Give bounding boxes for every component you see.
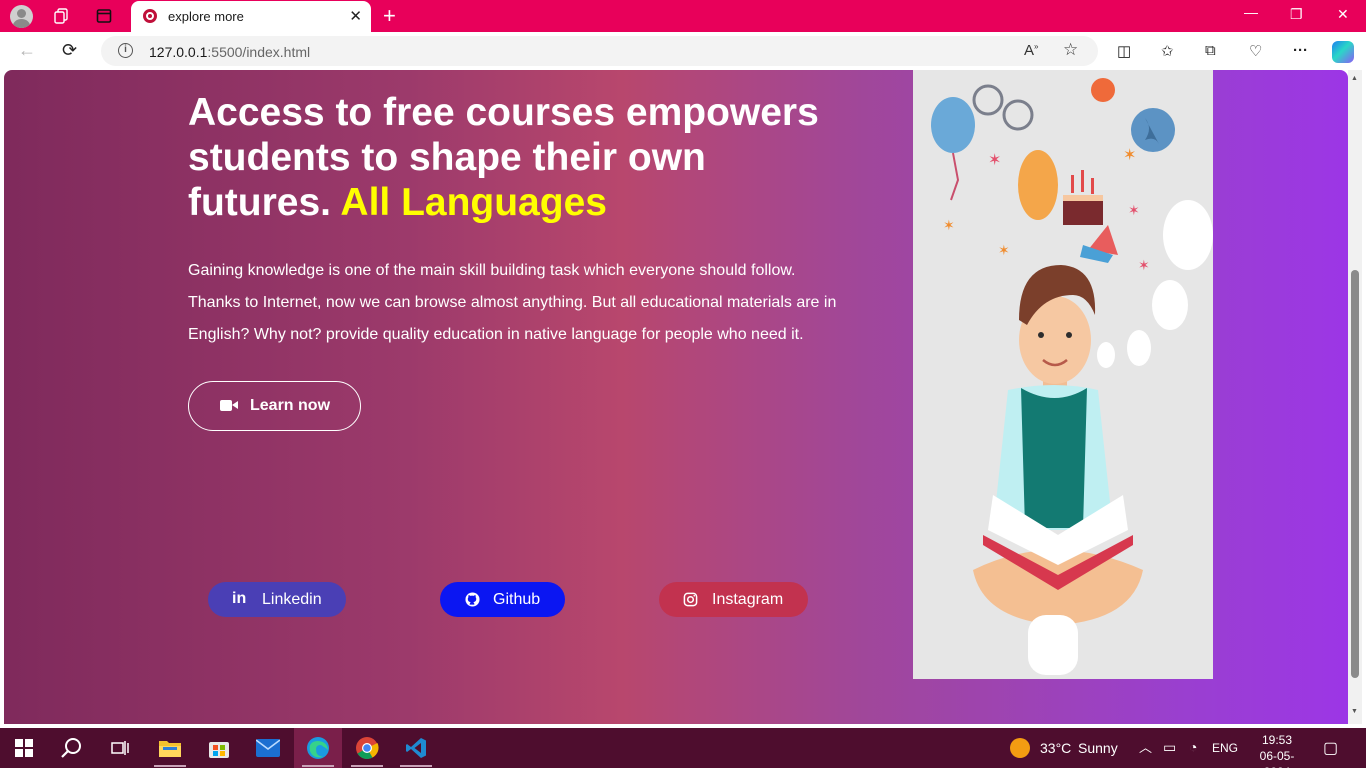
split-screen-icon[interactable]: ◫ (1117, 42, 1131, 60)
url-host: 127.0.0.1 (149, 44, 208, 60)
running-indicator (154, 765, 186, 767)
hero-headline: Access to free courses empowers students… (188, 90, 848, 225)
edge-icon (307, 737, 329, 759)
weather-temperature[interactable]: 33°C (1040, 740, 1071, 756)
vscode-icon (406, 738, 426, 758)
new-tab-icon[interactable]: + (383, 3, 396, 29)
video-camera-icon (220, 400, 238, 411)
running-indicator (302, 765, 334, 767)
svg-text:✶: ✶ (998, 242, 1010, 258)
clock-date: 06-05-2024 (1259, 749, 1295, 779)
linkedin-icon: in (232, 590, 247, 607)
windows-taskbar: 33°C Sunny ︿ ▭ ◔ ENG ▢ (0, 728, 1366, 768)
github-icon (465, 592, 480, 607)
address-bar[interactable]: i 127.0.0.1:5500/index.html A» ☆ (101, 36, 1098, 66)
site-favicon-icon (143, 9, 157, 23)
workspaces-icon[interactable] (53, 8, 69, 24)
svg-text:✶: ✶ (943, 217, 955, 233)
favorite-star-icon[interactable]: ☆ (1063, 40, 1078, 60)
learn-now-button[interactable]: Learn now (188, 381, 361, 431)
headline-accent: All Languages (340, 181, 607, 224)
svg-text:✶: ✶ (1138, 257, 1150, 273)
svg-text:✶: ✶ (1128, 202, 1140, 218)
url-text[interactable]: 127.0.0.1:5500/index.html (149, 44, 310, 60)
file-explorer-button[interactable] (146, 728, 194, 768)
copilot-icon[interactable] (1332, 41, 1354, 63)
store-button[interactable] (195, 728, 243, 768)
window-close-icon[interactable]: ✕ (1337, 6, 1349, 23)
tab-actions-icon[interactable] (96, 8, 112, 24)
instagram-button[interactable]: Instagram (659, 582, 808, 617)
read-aloud-icon[interactable]: A» (1024, 42, 1038, 59)
page-viewport: Access to free courses empowers students… (4, 70, 1348, 724)
tab-title: explore more (168, 9, 244, 24)
weather-sun-icon[interactable] (1010, 738, 1030, 758)
search-button[interactable] (48, 728, 96, 768)
task-view-button[interactable] (96, 728, 144, 768)
restore-icon[interactable]: ❐ (1290, 6, 1303, 23)
more-menu-icon[interactable]: ··· (1293, 42, 1308, 59)
instagram-label: Instagram (712, 591, 784, 608)
mail-button[interactable] (244, 728, 292, 768)
start-button[interactable] (0, 728, 48, 768)
refresh-icon[interactable]: ⟳ (62, 40, 77, 61)
edge-taskbar-button[interactable] (294, 728, 342, 768)
collections-icon[interactable]: ⧉ (1205, 42, 1216, 59)
notifications-icon[interactable]: ▢ (1323, 738, 1338, 758)
favorites-icon[interactable]: ✩ (1161, 42, 1174, 60)
url-path: :5500/index.html (207, 44, 311, 60)
scrollbar-thumb[interactable] (1351, 270, 1359, 678)
github-label: Github (493, 591, 541, 608)
linkedin-button[interactable]: in Linkedin (208, 582, 346, 617)
running-indicator (400, 765, 432, 767)
weather-condition[interactable]: Sunny (1078, 740, 1118, 756)
site-info-icon[interactable]: i (118, 43, 133, 58)
svg-text:✶: ✶ (988, 152, 1001, 169)
running-indicator (351, 765, 383, 767)
back-icon[interactable]: ← (18, 40, 36, 61)
browser-toolbar: ← ⟳ i 127.0.0.1:5500/index.html A» ☆ ◫ ✩… (0, 32, 1366, 70)
learn-now-label: Learn now (250, 397, 331, 414)
minimize-icon[interactable]: — (1244, 4, 1258, 20)
chrome-icon (356, 737, 379, 759)
linkedin-label: Linkedin (262, 591, 322, 608)
hero-description: Gaining knowledge is one of the main ski… (188, 262, 837, 343)
search-icon (61, 738, 81, 758)
battery-icon[interactable]: ▭ (1163, 739, 1176, 756)
profile-avatar[interactable] (10, 5, 33, 28)
close-tab-icon[interactable]: ✕ (349, 7, 362, 25)
browser-essentials-icon[interactable]: ♡ (1249, 42, 1262, 60)
instagram-icon (683, 592, 698, 607)
github-button[interactable]: Github (440, 582, 565, 617)
clock-time: 19:53 (1261, 733, 1293, 747)
windows-logo-icon (15, 739, 33, 757)
input-language[interactable]: ENG (1212, 741, 1238, 755)
taskbar-clock[interactable]: 19:53 06-05-2024 (1249, 732, 1305, 780)
browser-title-bar: explore more ✕ + — ❐ ✕ (0, 0, 1366, 32)
svg-text:✶: ✶ (1123, 147, 1136, 164)
chrome-taskbar-button[interactable] (343, 728, 391, 768)
vscode-taskbar-button[interactable] (392, 728, 440, 768)
store-icon (209, 742, 229, 758)
vertical-scrollbar[interactable]: ▲ ▼ (1348, 70, 1362, 724)
wifi-icon[interactable]: ◔ (1189, 739, 1197, 755)
task-view-icon (111, 741, 129, 755)
scroll-up-icon[interactable]: ▲ (1351, 75, 1358, 82)
tab-explore-more[interactable]: explore more ✕ (131, 1, 371, 32)
show-hidden-icons-icon[interactable]: ︿ (1139, 737, 1152, 756)
folder-icon (159, 741, 181, 757)
mail-icon (256, 739, 280, 757)
boy-reading-illustration: ✶ ✶ ✶ ✶ ✶ ✶ (913, 70, 1213, 679)
scroll-down-icon[interactable]: ▼ (1351, 708, 1358, 715)
